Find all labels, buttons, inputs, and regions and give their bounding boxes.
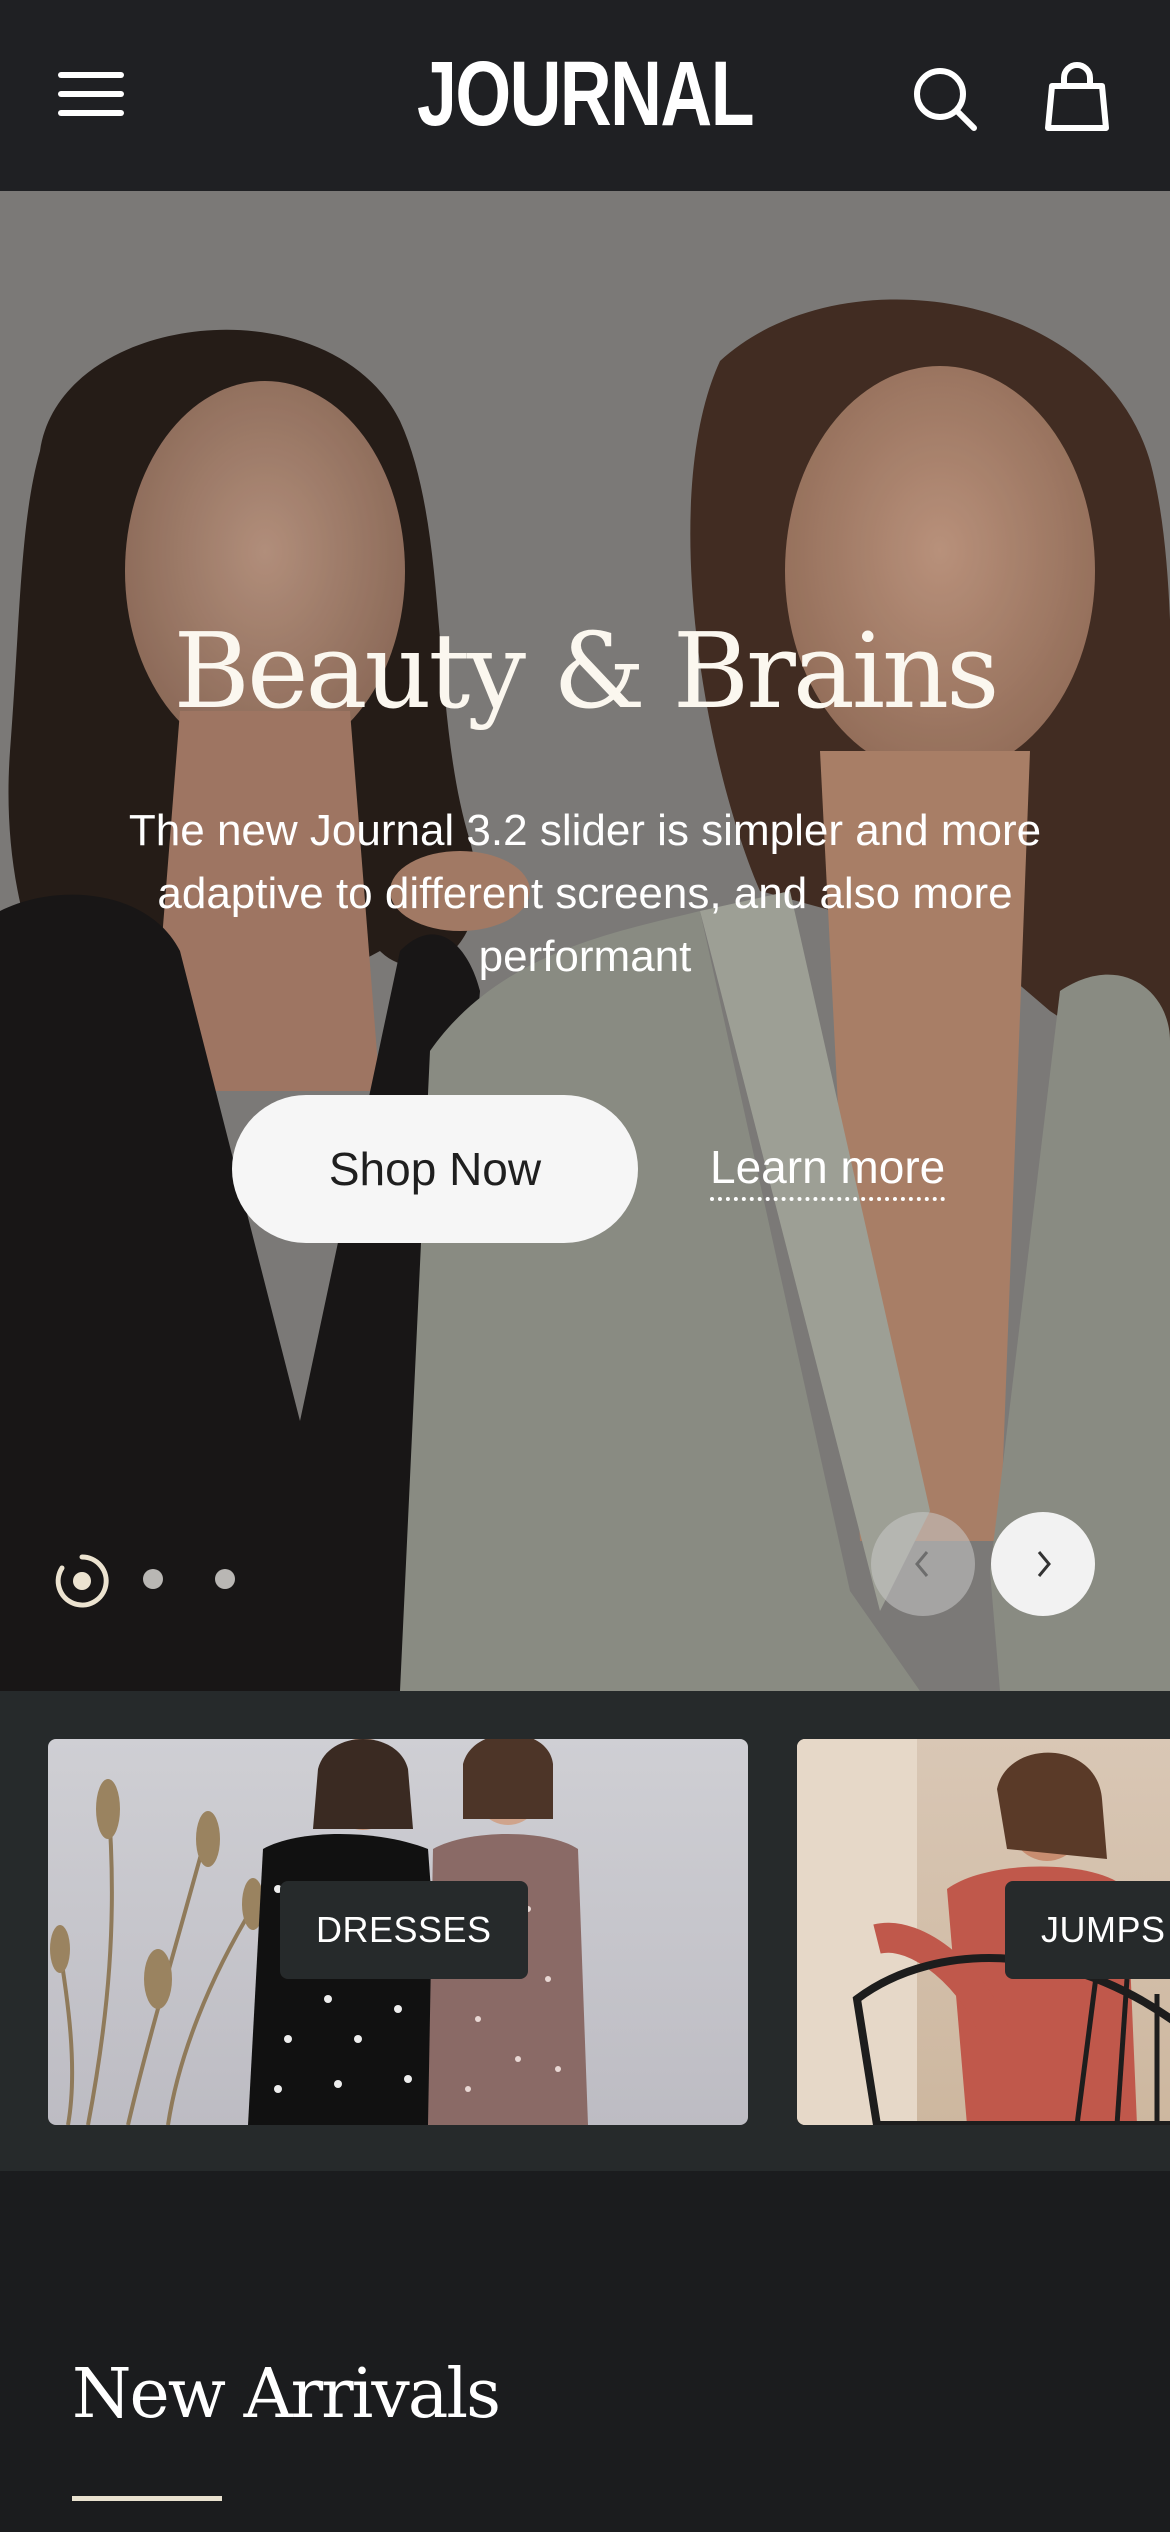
site-logo[interactable]: JOURNAL — [129, 44, 1042, 144]
search-icon[interactable] — [912, 66, 978, 132]
section-title-new-arrivals: New Arrivals — [72, 2355, 501, 2434]
site-header: JOURNAL — [0, 0, 1170, 191]
chevron-left-icon — [915, 1551, 929, 1577]
slider-next-button[interactable] — [991, 1512, 1095, 1616]
category-card-dresses[interactable]: DRESSES — [48, 1739, 748, 2125]
shopping-bag-icon[interactable] — [1044, 62, 1110, 132]
hero-title: Beauty & Brains — [173, 610, 1000, 732]
hamburger-menu-icon[interactable] — [58, 66, 128, 122]
category-carousel: DRESSES JUMPS — [0, 1691, 1170, 2171]
shop-now-button[interactable]: Shop Now — [232, 1095, 638, 1243]
learn-more-link[interactable]: Learn more — [710, 1139, 946, 1201]
category-card-jumpsuits[interactable]: JUMPS — [797, 1739, 1170, 2125]
slide-dot[interactable] — [143, 1569, 163, 1589]
chevron-right-icon — [1037, 1551, 1051, 1577]
section-title-underline — [72, 2496, 222, 2501]
category-label: DRESSES — [280, 1881, 528, 1979]
hero-slider: Beauty & Brains The new Journal 3.2 slid… — [0, 191, 1170, 1691]
hero-description: The new Journal 3.2 slider is simpler an… — [128, 806, 1042, 981]
category-label: JUMPS — [1005, 1881, 1170, 1979]
slide-dot[interactable] — [215, 1569, 235, 1589]
slider-prev-button[interactable] — [871, 1512, 975, 1616]
slide-dot-active[interactable] — [54, 1553, 110, 1609]
